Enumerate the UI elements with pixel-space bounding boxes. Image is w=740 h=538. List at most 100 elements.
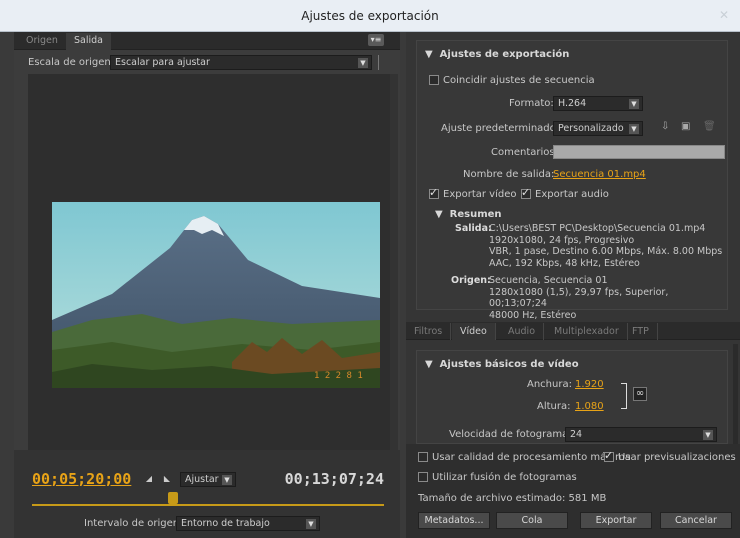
- fps-label: Velocidad de fotograma:: [449, 429, 572, 440]
- delete-preset-icon[interactable]: 🗑: [703, 121, 716, 132]
- frame-blend-checkbox[interactable]: [418, 472, 428, 482]
- cancel-button[interactable]: Cancelar: [660, 512, 732, 529]
- summary-line: 48000 Hz, Estéreo: [489, 309, 577, 321]
- window-title: Ajustes de exportación: [301, 9, 439, 23]
- link-icon[interactable]: ∞: [633, 387, 647, 401]
- scale-label: Escala de origen:: [28, 57, 115, 68]
- use-previews-checkbox[interactable]: [604, 449, 614, 462]
- svg-text:1 2 2 8 1: 1 2 2 8 1: [314, 371, 363, 381]
- format-dropdown[interactable]: H.264 ▼: [553, 96, 643, 111]
- window-titlebar: Ajustes de exportación ✕: [0, 0, 740, 32]
- scale-row: Escala de origen: Escalar para ajustar ▼: [14, 52, 400, 72]
- settings-scrollbar[interactable]: [733, 344, 738, 444]
- summary-line: Secuencia, Secuencia 01: [489, 275, 608, 286]
- video-settings-title: Ajustes básicos de vídeo: [439, 359, 579, 370]
- queue-button[interactable]: Cola: [496, 512, 568, 529]
- timeline-track[interactable]: [32, 504, 384, 506]
- export-video-checkbox[interactable]: [429, 186, 439, 199]
- frame-blend-label: Utilizar fusión de fotogramas: [432, 472, 577, 483]
- export-settings-section: ▼ Ajustes de exportación Coincidir ajust…: [416, 40, 728, 321]
- divider: [378, 55, 379, 70]
- format-label: Formato:: [509, 98, 554, 109]
- tab-salida[interactable]: Salida: [66, 33, 111, 50]
- range-dropdown[interactable]: Entorno de trabajo ▼: [176, 516, 320, 531]
- chevron-down-icon: ▼: [222, 475, 232, 485]
- summary-line: AAC, 192 Kbps, 48 kHz, Estéreo: [489, 257, 640, 269]
- timeline: 00;05;20;00 ◢ ◣ Ajustar ▼ 00;13;07;24 In…: [14, 450, 400, 538]
- summary-output-lines: C:\Users\BEST PC\Desktop\Secuencia 01.mp…: [489, 223, 722, 269]
- comments-label: Comentarios:: [491, 147, 558, 158]
- output-name-label: Nombre de salida:: [463, 169, 555, 180]
- summary-output-label: Salida:: [455, 223, 492, 234]
- summary-source: Origen:: [451, 275, 491, 287]
- close-icon[interactable]: ✕: [714, 6, 734, 24]
- metadata-button[interactable]: Metadatos...: [418, 512, 490, 529]
- preview-tabs: Origen Salida ▾≡: [14, 32, 400, 50]
- bottom-options: Usar calidad de procesamiento máxima Usa…: [406, 444, 740, 538]
- tab-ftp[interactable]: FTP: [624, 323, 658, 340]
- export-video-label: Exportar vídeo: [443, 189, 517, 200]
- link-bracket: [621, 383, 627, 409]
- width-value[interactable]: 1.920: [575, 379, 604, 390]
- panel-menu-icon[interactable]: ▾≡: [368, 34, 384, 46]
- fps-value: 24: [570, 429, 583, 440]
- match-sequence-checkbox[interactable]: [429, 75, 439, 85]
- preview-panel: Origen Salida ▾≡ Escala de origen: Escal…: [14, 32, 400, 538]
- fps-dropdown[interactable]: 24 ▼: [565, 427, 717, 442]
- preset-label: Ajuste predeterminado:: [441, 123, 560, 134]
- summary-line: 1280x1080 (1,5), 29,97 fps, Superior, 00…: [489, 286, 669, 310]
- chevron-down-icon: ▼: [629, 99, 639, 109]
- summary-header[interactable]: ▼ Resumen: [435, 209, 502, 220]
- save-preset-icon[interactable]: ⇩: [661, 121, 669, 132]
- height-value[interactable]: 1.080: [575, 401, 604, 412]
- mark-in-icon[interactable]: ◢: [144, 474, 154, 484]
- video-preview: 1 2 2 8 1: [28, 74, 398, 482]
- mark-out-icon[interactable]: ◣: [162, 474, 172, 484]
- fit-dropdown[interactable]: Ajustar ▼: [180, 472, 236, 487]
- export-button[interactable]: Exportar: [580, 512, 652, 529]
- export-audio-label: Exportar audio: [535, 189, 609, 200]
- tab-filtros[interactable]: Filtros: [406, 323, 452, 340]
- volcano-landscape: 1 2 2 8 1: [52, 202, 380, 388]
- export-audio-checkbox[interactable]: [521, 186, 531, 199]
- video-settings-section: ▼ Ajustes básicos de vídeo Anchura: 1.92…: [416, 350, 728, 444]
- summary-line: VBR, 1 pase, Destino 6.00 Mbps, Máx. 8.0…: [489, 246, 723, 257]
- use-previews-label: Usar previsualizaciones: [618, 452, 736, 463]
- summary-source-lines: Secuencia, Secuencia 01 1280x1080 (1,5),…: [489, 275, 727, 321]
- chevron-down-icon: ▼: [306, 519, 316, 529]
- preview-image: 1 2 2 8 1: [52, 202, 380, 388]
- chevron-down-icon: ▼: [703, 430, 713, 440]
- fit-value: Ajustar: [185, 474, 219, 485]
- export-settings-header[interactable]: ▼ Ajustes de exportación: [425, 49, 569, 60]
- timecode-in[interactable]: 00;05;20;00: [32, 470, 131, 488]
- video-settings-header[interactable]: ▼ Ajustes básicos de vídeo: [425, 359, 579, 370]
- format-value: H.264: [558, 98, 587, 109]
- summary-source-label: Origen:: [451, 275, 491, 286]
- tab-origen[interactable]: Origen: [18, 33, 66, 50]
- tab-audio[interactable]: Audio: [500, 323, 545, 340]
- chevron-down-icon: ▼: [358, 58, 368, 68]
- scale-value: Escalar para ajustar: [115, 57, 210, 68]
- import-preset-icon[interactable]: ▣: [681, 121, 690, 132]
- match-sequence-label: Coincidir ajustes de secuencia: [443, 75, 595, 86]
- tab-multiplexador[interactable]: Multiplexador: [546, 323, 628, 340]
- settings-tabs: Filtros Vídeo Audio Multiplexador FTP: [406, 322, 740, 340]
- summary-output: Salida:: [455, 223, 492, 235]
- comments-field[interactable]: [553, 145, 725, 159]
- preset-dropdown[interactable]: Personalizado ▼: [553, 121, 643, 136]
- summary-line: C:\Users\BEST PC\Desktop\Secuencia 01.mp…: [489, 223, 706, 234]
- playhead-handle[interactable]: [168, 492, 178, 504]
- height-label: Altura:: [537, 401, 571, 412]
- summary-line: 1920x1080, 24 fps, Progresivo: [489, 234, 635, 246]
- scale-dropdown[interactable]: Escalar para ajustar ▼: [110, 55, 372, 70]
- export-settings-title: Ajustes de exportación: [439, 49, 570, 60]
- preset-value: Personalizado: [558, 123, 624, 134]
- settings-panel: ▼ Ajustes de exportación Coincidir ajust…: [406, 32, 740, 538]
- filesize-label: Tamaño de archivo estimado: 581 MB: [418, 493, 607, 504]
- max-quality-checkbox[interactable]: [418, 452, 428, 462]
- tab-video[interactable]: Vídeo: [452, 323, 496, 340]
- preview-vscroll[interactable]: [390, 74, 398, 482]
- output-name-link[interactable]: Secuencia 01.mp4: [553, 169, 646, 180]
- max-quality-label: Usar calidad de procesamiento máxima: [432, 452, 631, 463]
- summary-title: Resumen: [449, 209, 502, 220]
